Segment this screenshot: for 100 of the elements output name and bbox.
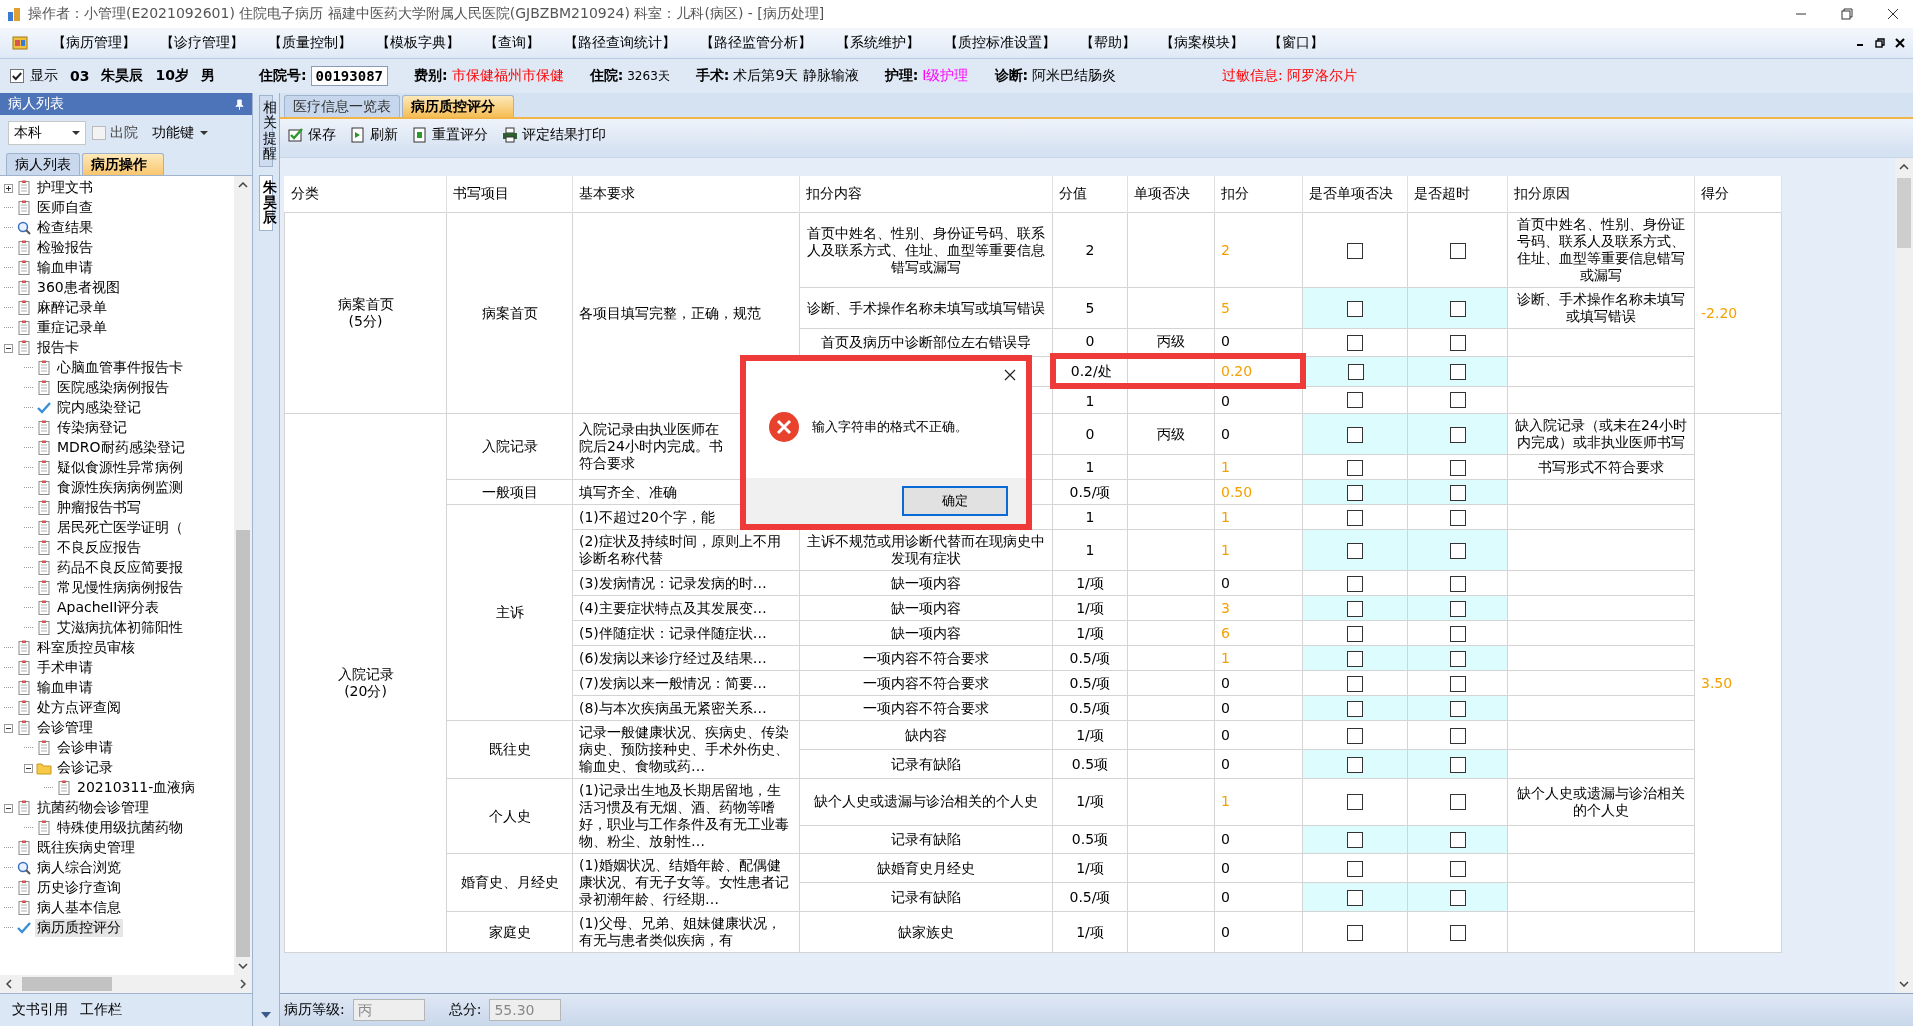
checkbox[interactable] — [1449, 756, 1466, 773]
tree-item[interactable]: 院内感染登记 — [55, 399, 143, 417]
checkbox[interactable] — [1449, 625, 1466, 642]
checkbox[interactable] — [1347, 700, 1363, 717]
menu-item[interactable]: 【病历管理】 — [52, 34, 136, 52]
checkbox[interactable] — [1347, 675, 1363, 692]
checkbox[interactable] — [1347, 334, 1363, 351]
checkbox[interactable] — [1449, 600, 1466, 617]
tree-item[interactable]: 360患者视图 — [35, 279, 122, 297]
expand-toggle[interactable] — [24, 763, 33, 773]
checkbox[interactable] — [1449, 924, 1466, 941]
tree-item[interactable]: 传染病登记 — [55, 419, 129, 437]
close-icon[interactable] — [1895, 38, 1905, 48]
tab[interactable]: 医疗信息一览表 — [284, 95, 400, 117]
checkbox[interactable] — [1347, 889, 1363, 906]
checkbox[interactable] — [1347, 794, 1363, 811]
scroll-thumb[interactable] — [1897, 178, 1911, 248]
tree-item[interactable]: 病历质控评分 — [35, 919, 123, 937]
panel-tab[interactable]: 工作栏 — [80, 1001, 122, 1019]
menu-item[interactable]: 【模板字典】 — [376, 34, 460, 52]
tree-item[interactable]: 会诊申请 — [55, 739, 115, 757]
scroll-thumb[interactable] — [22, 977, 112, 991]
menu-item[interactable]: 【路径查询统计】 — [564, 34, 676, 52]
menu-item[interactable]: 【病案模块】 — [1160, 34, 1244, 52]
tree-item[interactable]: 病人基本信息 — [35, 899, 123, 917]
checkbox[interactable] — [1347, 426, 1363, 443]
checkbox[interactable] — [1449, 575, 1466, 592]
scroll-down-icon[interactable] — [1899, 981, 1909, 987]
checkbox[interactable] — [1347, 575, 1363, 592]
expand-toggle[interactable] — [4, 183, 13, 193]
tree-item[interactable]: 居民死亡医学证明（ — [55, 519, 185, 537]
tree-item[interactable]: 既往疾病史管理 — [35, 839, 137, 857]
menu-item[interactable]: 【路径监管分析】 — [700, 34, 812, 52]
checkbox[interactable] — [1347, 484, 1363, 501]
menu-item[interactable]: 【窗口】 — [1268, 34, 1324, 52]
checkbox[interactable] — [1449, 542, 1466, 559]
scroll-down-icon[interactable] — [238, 963, 248, 969]
menu-item[interactable]: 【系统维护】 — [836, 34, 920, 52]
toolbar-button[interactable]: 保存 — [288, 126, 336, 144]
checkbox[interactable] — [1347, 542, 1363, 559]
checkbox[interactable] — [1449, 242, 1466, 259]
checkbox[interactable] — [1347, 600, 1363, 617]
toolbar-button[interactable]: 评定结果打印 — [502, 126, 606, 144]
tree-item[interactable]: 病人综合浏览 — [35, 859, 123, 877]
tree-item[interactable]: 会诊记录 — [55, 759, 115, 777]
tree-item[interactable]: 常见慢性病病例报告 — [55, 579, 185, 597]
tree-item[interactable]: 肿瘤报告书写 — [55, 499, 143, 517]
checkbox[interactable] — [1449, 300, 1466, 317]
tree-item[interactable]: 会诊管理 — [35, 719, 95, 737]
tree-item[interactable]: MDRO耐药感染登记 — [55, 439, 187, 457]
checkbox[interactable] — [1347, 392, 1363, 409]
checkbox[interactable] — [1348, 363, 1365, 380]
tree-item[interactable]: 检查结果 — [35, 219, 95, 237]
checkbox[interactable] — [1347, 727, 1363, 744]
menu-item[interactable]: 【查询】 — [484, 34, 540, 52]
checkbox[interactable] — [1449, 700, 1466, 717]
checkbox[interactable] — [1449, 860, 1466, 877]
scroll-up-icon[interactable] — [1899, 164, 1909, 170]
scrollbar[interactable] — [234, 176, 252, 975]
checkbox[interactable] — [1449, 426, 1466, 443]
scrollbar[interactable] — [1895, 158, 1913, 993]
panel-tab[interactable]: 病人列表 — [6, 153, 80, 175]
checkbox[interactable] — [1449, 675, 1466, 692]
menu-item[interactable]: 【帮助】 — [1080, 34, 1136, 52]
panel-tab[interactable]: 文书引用 — [12, 1001, 68, 1019]
close-icon[interactable] — [1887, 8, 1899, 20]
checkbox[interactable] — [1347, 509, 1363, 526]
tree-item[interactable]: 麻醉记录单 — [35, 299, 109, 317]
discharged-checkbox[interactable] — [92, 126, 106, 140]
checkbox[interactable] — [1449, 727, 1466, 744]
tree-item[interactable]: 报告卡 — [35, 339, 81, 357]
checkbox[interactable] — [1347, 625, 1363, 642]
tree-item[interactable]: 疑似食源性异常病例 — [55, 459, 185, 477]
menu-item[interactable]: 【诊疗管理】 — [160, 34, 244, 52]
checkbox[interactable] — [1347, 756, 1363, 773]
tree-item[interactable]: 食源性疾病病例监测 — [55, 479, 185, 497]
tab[interactable]: 病历质控评分 — [402, 95, 514, 117]
tree-item[interactable]: 科室质控员审核 — [35, 639, 137, 657]
scroll-down-icon[interactable] — [261, 1012, 271, 1018]
checkbox[interactable] — [1449, 889, 1466, 906]
scroll-left-icon[interactable] — [6, 979, 12, 989]
tree-item[interactable]: 艾滋病抗体初筛阳性 — [55, 619, 185, 637]
tree-item[interactable]: 历史诊疗查询 — [35, 879, 123, 897]
checkbox[interactable] — [1449, 650, 1466, 667]
show-checkbox[interactable] — [10, 69, 24, 83]
department-dropdown[interactable]: 本科 — [8, 121, 86, 145]
tree-item[interactable]: 医师自查 — [35, 199, 95, 217]
pin-icon[interactable] — [235, 98, 244, 110]
tree-item[interactable]: 重症记录单 — [35, 319, 109, 337]
horizontal-scrollbar[interactable] — [0, 975, 252, 993]
tree-item[interactable]: 医院感染病例报告 — [55, 379, 171, 397]
checkbox[interactable] — [1347, 242, 1363, 259]
checkbox[interactable] — [1449, 459, 1466, 476]
checkbox[interactable] — [1449, 484, 1466, 501]
tree-item[interactable]: 抗菌药物会诊管理 — [35, 799, 151, 817]
toolbar-button[interactable]: 刷新 — [350, 126, 398, 144]
checkbox[interactable] — [1347, 300, 1363, 317]
tree-item[interactable]: 特殊使用级抗菌药物 — [55, 819, 185, 837]
tree-item[interactable]: 护理文书 — [35, 179, 95, 197]
expand-toggle[interactable] — [4, 343, 13, 353]
